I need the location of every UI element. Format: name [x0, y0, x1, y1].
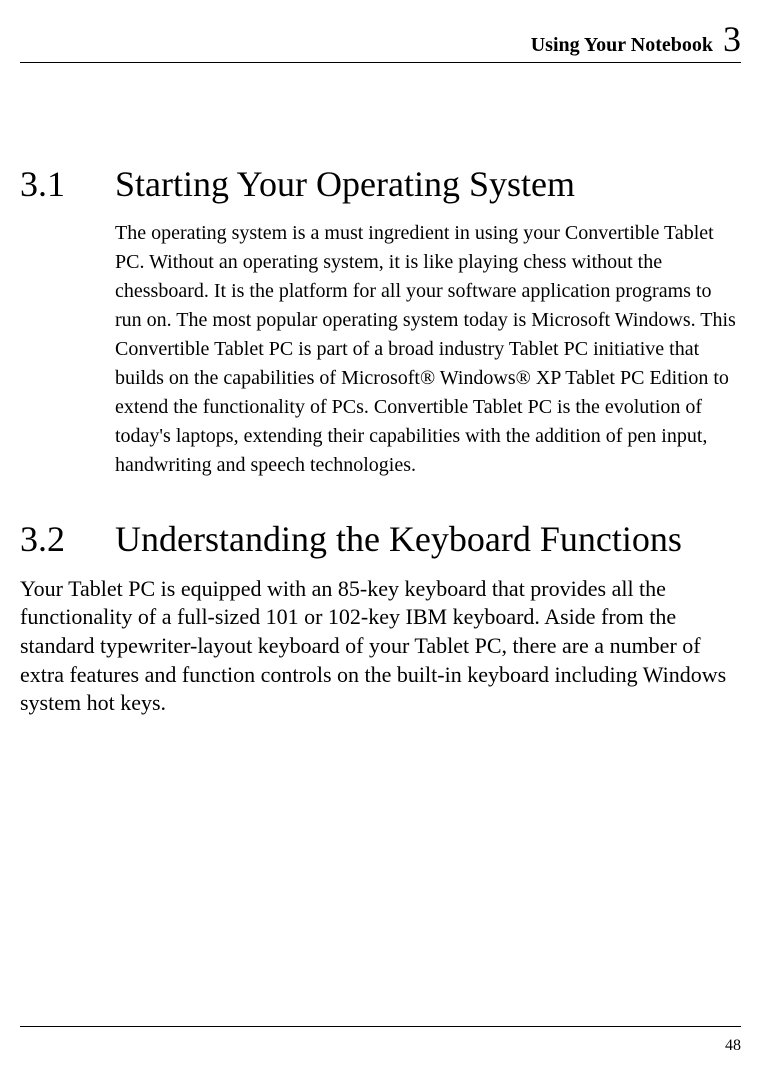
section-number: 3.1 [20, 163, 115, 205]
section-number: 3.2 [20, 518, 115, 560]
section-header: 3.1 Starting Your Operating System [20, 163, 741, 205]
section-header: 3.2 Understanding the Keyboard Functions [20, 518, 741, 560]
section-3-2: 3.2 Understanding the Keyboard Functions… [20, 518, 741, 717]
header-title: Using Your Notebook [531, 34, 713, 56]
page-number: 48 [725, 1037, 741, 1054]
chapter-number: 3 [723, 19, 741, 59]
section-body: The operating system is a must ingredien… [115, 219, 741, 480]
section-3-1: 3.1 Starting Your Operating System The o… [20, 163, 741, 480]
section-title: Starting Your Operating System [115, 164, 575, 205]
page-header: Using Your Notebook 3 [20, 18, 741, 63]
section-title: Understanding the Keyboard Functions [115, 519, 682, 560]
section-body: Your Tablet PC is equipped with an 85-ke… [20, 575, 741, 718]
page-footer: 48 [20, 1026, 741, 1055]
